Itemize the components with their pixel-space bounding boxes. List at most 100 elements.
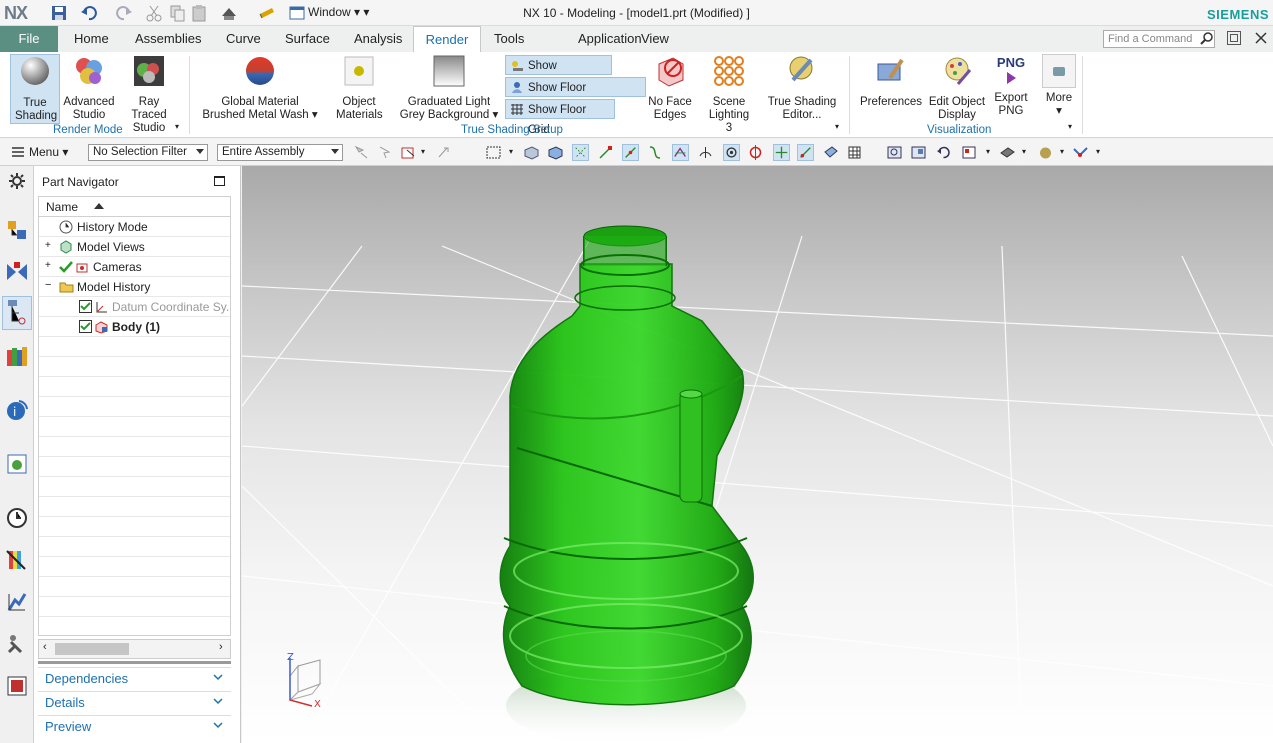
dropdown-arrow-icon[interactable]: ▾ — [1096, 147, 1100, 156]
mid-point-icon[interactable] — [622, 144, 639, 161]
tab-tools[interactable]: Tools — [486, 26, 532, 52]
tab-analysis[interactable]: Analysis — [346, 26, 410, 52]
dropdown-arrow-icon[interactable]: ▾ — [986, 147, 990, 156]
scroll-left-icon[interactable]: ‹ — [43, 641, 47, 653]
global-material-button[interactable]: Global Material Brushed Metal Wash ▾ — [200, 54, 320, 122]
rectangle-select-icon[interactable] — [485, 144, 502, 161]
scene-lighting-button[interactable]: Scene Lighting 3 — [698, 54, 760, 135]
existing-point-icon[interactable] — [773, 144, 790, 161]
tab-view[interactable]: View — [633, 26, 677, 52]
manufacturing-wizards-icon[interactable] — [5, 632, 29, 656]
graphics-window[interactable]: Z X — [242, 166, 1273, 743]
expand-icon[interactable]: + — [45, 240, 51, 251]
group-expand-icon[interactable]: ▾ — [1068, 122, 1072, 131]
point-on-curve-icon[interactable] — [747, 144, 764, 161]
dependencies-panel[interactable]: Dependencies — [38, 667, 231, 689]
true-shading-button[interactable]: True Shading — [10, 54, 60, 124]
tree-item-model-views[interactable]: + Model Views — [39, 237, 230, 257]
checkbox-checked-icon[interactable] — [79, 320, 92, 333]
sort-ascending-icon[interactable] — [94, 203, 104, 209]
snap-point-icon[interactable] — [435, 144, 452, 161]
show-shadows-toggle[interactable]: Show Shadows — [505, 55, 612, 92]
expand-icon[interactable]: + — [45, 260, 51, 271]
more-button[interactable]: More ▾ — [1040, 54, 1078, 118]
close-window-icon[interactable] — [1254, 31, 1268, 45]
no-face-edges-button[interactable]: No Face Edges — [646, 54, 694, 122]
feature-select-icon[interactable] — [377, 144, 394, 161]
dropdown-arrow-icon[interactable]: ▾ — [1060, 147, 1064, 156]
process-studio-icon[interactable] — [5, 590, 29, 614]
roles-icon[interactable] — [5, 674, 29, 698]
select-all-icon[interactable] — [400, 144, 417, 161]
constraint-navigator-icon[interactable] — [5, 260, 29, 284]
general-selection-icon[interactable] — [353, 144, 370, 161]
graduated-light-button[interactable]: Graduated Light Grey Background ▾ — [398, 54, 500, 122]
panel-splitter[interactable] — [38, 661, 231, 664]
dropdown-arrow-icon[interactable]: ▾ — [509, 147, 513, 156]
find-command-input[interactable]: Find a Command — [1103, 30, 1215, 48]
tree-item-history-mode[interactable]: History Mode — [39, 217, 230, 237]
gear-icon[interactable] — [8, 172, 26, 190]
preview-panel[interactable]: Preview — [38, 715, 231, 737]
rendering-style-icon[interactable] — [999, 144, 1016, 161]
tree-item-model-history[interactable]: − Model History — [39, 277, 230, 297]
solid-body-icon[interactable] — [523, 144, 540, 161]
ray-traced-studio-button[interactable]: Ray Traced Studio — [120, 54, 178, 135]
restore-window-icon[interactable] — [1227, 31, 1241, 45]
group-expand-icon[interactable]: ▾ — [175, 122, 179, 131]
tab-assemblies[interactable]: Assemblies — [127, 26, 209, 52]
tab-curve[interactable]: Curve — [218, 26, 269, 52]
tree-item-body[interactable]: Body (1) — [39, 317, 230, 337]
arc-center-icon[interactable] — [697, 144, 714, 161]
edit-object-display-button[interactable]: Edit Object Display — [926, 54, 988, 122]
file-tab[interactable]: File — [0, 26, 58, 52]
preferences-button[interactable]: Preferences — [858, 54, 924, 109]
name-column-header[interactable]: Name — [39, 197, 230, 217]
zoom-icon[interactable] — [910, 144, 927, 161]
assembly-navigator-icon[interactable] — [5, 218, 29, 242]
selection-filter-select[interactable]: No Selection Filter — [88, 144, 208, 161]
object-materials-button[interactable]: Object Materials — [328, 54, 390, 122]
scroll-right-icon[interactable]: › — [219, 641, 223, 653]
history-palette-icon[interactable] — [5, 452, 29, 476]
group-expand-icon[interactable]: ▾ — [835, 122, 839, 131]
control-point-icon[interactable] — [646, 144, 663, 161]
point-on-face-icon[interactable] — [797, 144, 814, 161]
bounded-grid-icon[interactable] — [822, 144, 839, 161]
rotate-icon[interactable] — [935, 144, 952, 161]
true-shading-editor-button[interactable]: True Shading Editor... — [764, 54, 840, 122]
end-point-icon[interactable] — [597, 144, 614, 161]
maximize-panel-icon[interactable] — [214, 176, 225, 186]
advanced-studio-button[interactable]: Advanced Studio — [62, 54, 116, 122]
collapse-icon[interactable]: − — [45, 279, 51, 291]
horizontal-scrollbar[interactable]: ‹ › — [38, 639, 231, 659]
tree-item-datum-csys[interactable]: Datum Coordinate Sy... — [39, 297, 230, 317]
clock-icon[interactable] — [5, 506, 29, 530]
details-panel[interactable]: Details — [38, 691, 231, 713]
reuse-library-icon[interactable] — [5, 344, 29, 368]
intersection-point-icon[interactable] — [672, 144, 689, 161]
dropdown-arrow-icon[interactable]: ▾ — [421, 147, 425, 156]
menu-button[interactable]: Menu ▾ — [29, 145, 68, 159]
show-floor-grid-toggle[interactable]: Show Floor Grid — [505, 99, 615, 136]
search-icon[interactable] — [1200, 31, 1214, 45]
menu-icon[interactable] — [10, 144, 27, 161]
checkbox-checked-icon[interactable] — [79, 300, 92, 313]
layer-icon[interactable] — [846, 144, 863, 161]
sheet-body-icon[interactable] — [547, 144, 564, 161]
quadrant-point-icon[interactable] — [723, 144, 740, 161]
web-browser-icon[interactable]: i — [5, 398, 29, 422]
orient-view-icon[interactable] — [961, 144, 978, 161]
export-png-button[interactable]: PNG Export PNG — [990, 54, 1032, 118]
tree-item-cameras[interactable]: + Cameras — [39, 257, 230, 277]
scrollbar-thumb[interactable] — [55, 643, 129, 655]
tab-home[interactable]: Home — [66, 26, 117, 52]
part-navigator-tab[interactable] — [2, 296, 32, 330]
dropdown-arrow-icon[interactable]: ▾ — [1022, 147, 1026, 156]
fit-view-icon[interactable] — [886, 144, 903, 161]
edit-section-icon[interactable] — [1037, 144, 1054, 161]
system-materials-icon[interactable] — [5, 548, 29, 572]
snap-grid-icon[interactable] — [572, 144, 589, 161]
tab-surface[interactable]: Surface — [277, 26, 338, 52]
show-floor-reflection-toggle[interactable]: Show Floor Reflection — [505, 77, 646, 114]
